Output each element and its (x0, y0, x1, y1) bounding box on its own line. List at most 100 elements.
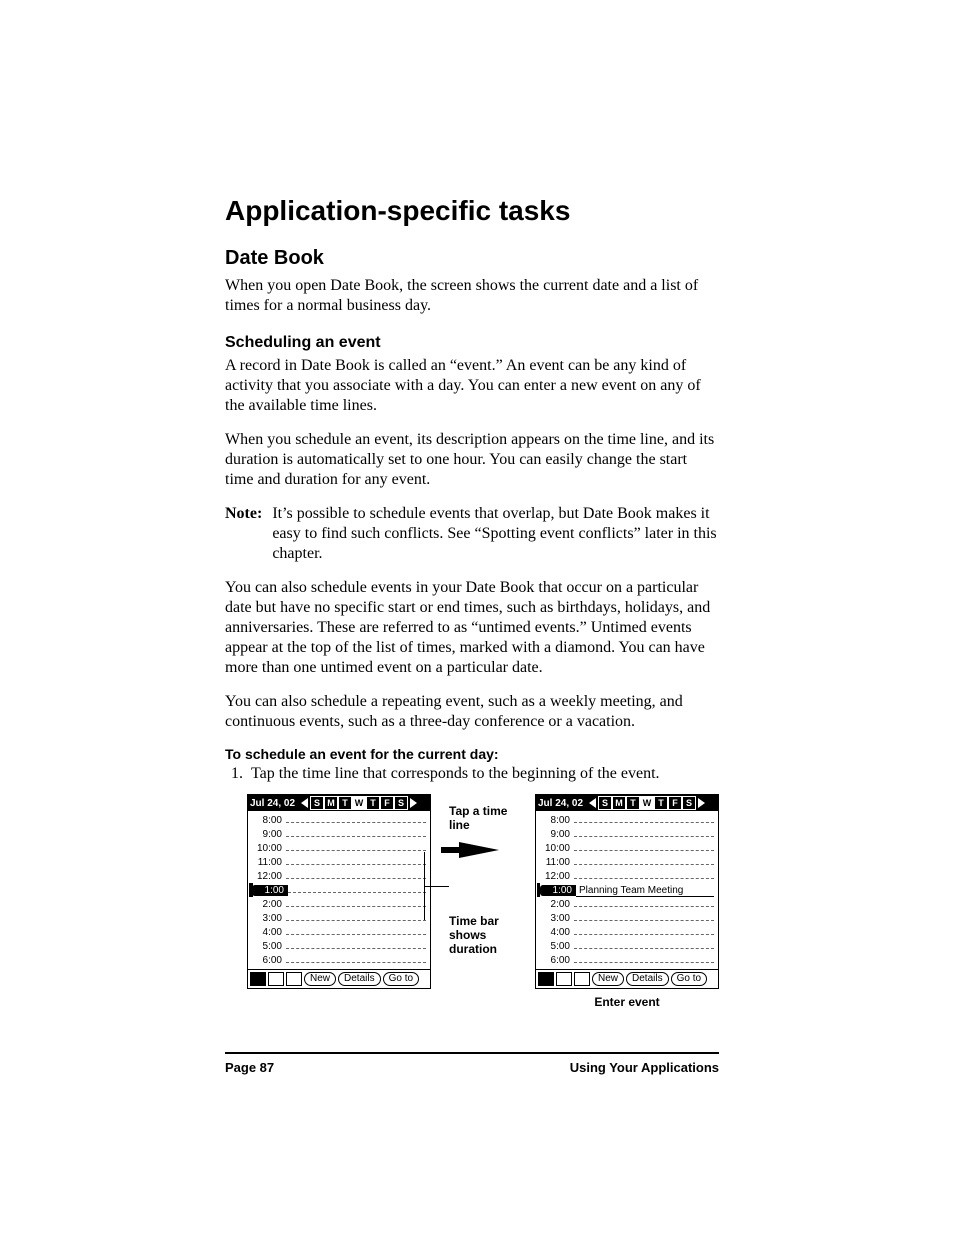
paragraph: You can also schedule a repeating event,… (225, 692, 719, 732)
note-label: Note: (225, 504, 272, 564)
header-date: Jul 24, 02 (250, 798, 299, 809)
prev-week-icon[interactable] (589, 798, 596, 808)
monthview-icon[interactable] (574, 972, 590, 986)
time-label: 10:00 (540, 843, 574, 854)
callout-tap-timeline: Tap a time line (449, 804, 517, 832)
time-line[interactable] (574, 920, 714, 921)
time-line[interactable] (574, 850, 714, 851)
time-row[interactable]: 6:00 (252, 953, 426, 967)
time-rows[interactable]: 8:00 9:00 10:0011:0012:001:00Planning Team… (536, 811, 718, 969)
next-week-icon[interactable] (698, 798, 705, 808)
callout-line (425, 886, 449, 887)
time-row[interactable]: 10:00 (252, 841, 426, 855)
day-cell[interactable]: T (626, 796, 640, 810)
prev-week-icon[interactable] (301, 798, 308, 808)
weekview-icon[interactable] (268, 972, 284, 986)
time-line[interactable] (574, 878, 714, 879)
time-row[interactable]: 8:00 (540, 813, 714, 827)
time-row[interactable]: 1:00Planning Team Meeting (540, 883, 714, 897)
time-line[interactable] (574, 948, 714, 949)
day-cell[interactable]: F (380, 796, 394, 810)
time-line[interactable] (574, 962, 714, 963)
next-week-icon[interactable] (410, 798, 417, 808)
new-button[interactable]: New (592, 972, 624, 986)
day-cell[interactable]: S (310, 796, 324, 810)
day-cell[interactable]: W (352, 796, 366, 810)
time-line[interactable] (286, 836, 426, 837)
time-line[interactable] (286, 906, 426, 907)
step-item: Tap the time line that corresponds to th… (247, 764, 719, 784)
time-row[interactable]: 2:00 (252, 897, 426, 911)
panel-footer: New Details Go to (536, 969, 718, 988)
time-row[interactable]: 12:00 (252, 869, 426, 883)
time-row[interactable]: 8:00 (252, 813, 426, 827)
time-row[interactable]: 11:00 (540, 855, 714, 869)
time-line[interactable] (574, 934, 714, 935)
time-rows[interactable]: 8:009:00 10:0011:0012:001:002:003:004:005… (248, 811, 430, 969)
new-button[interactable]: New (304, 972, 336, 986)
time-line[interactable] (286, 822, 426, 823)
dayview-icon[interactable] (250, 972, 266, 986)
panel-header: Jul 24, 02 SMTWTFS (536, 795, 718, 811)
time-row[interactable]: 9:00 (252, 827, 426, 841)
time-row[interactable]: 4:00 (252, 925, 426, 939)
day-cell[interactable]: S (394, 796, 408, 810)
time-line[interactable] (574, 906, 714, 907)
time-row[interactable]: 3:00 (252, 911, 426, 925)
paragraph: A record in Date Book is called an “even… (225, 356, 719, 416)
weekview-icon[interactable] (556, 972, 572, 986)
goto-button[interactable]: Go to (671, 972, 707, 986)
day-cell[interactable]: M (612, 796, 626, 810)
time-row[interactable]: 4:00 (540, 925, 714, 939)
time-row[interactable]: 5:00 (540, 939, 714, 953)
day-cell[interactable]: M (324, 796, 338, 810)
figure-callouts: Tap a time line Time bar shows duration (449, 794, 517, 1009)
time-row[interactable]: 6:00 (540, 953, 714, 967)
callout-enter-event: Enter event (594, 995, 659, 1009)
time-row[interactable]: 10:00 (540, 841, 714, 855)
time-line[interactable] (286, 948, 426, 949)
time-line[interactable] (286, 920, 426, 921)
time-line[interactable] (286, 878, 426, 879)
dayview-icon[interactable] (538, 972, 554, 986)
time-line[interactable] (286, 934, 426, 935)
details-button[interactable]: Details (626, 972, 669, 986)
details-button[interactable]: Details (338, 972, 381, 986)
time-label: 3:00 (540, 913, 574, 924)
monthview-icon[interactable] (286, 972, 302, 986)
day-cell[interactable]: T (654, 796, 668, 810)
day-cell[interactable]: T (338, 796, 352, 810)
event-text[interactable]: Planning Team Meeting (576, 885, 714, 897)
time-row[interactable]: 1:00 (252, 883, 426, 897)
time-line[interactable] (286, 962, 426, 963)
time-label: 6:00 (252, 955, 286, 966)
time-row[interactable]: 3:00 (540, 911, 714, 925)
time-row[interactable]: 9:00 (540, 827, 714, 841)
arrow-icon (459, 842, 499, 858)
step-list: Tap the time line that corresponds to th… (225, 764, 719, 784)
time-row[interactable]: 12:00 (540, 869, 714, 883)
time-row[interactable]: 11:00 (252, 855, 426, 869)
goto-button[interactable]: Go to (383, 972, 419, 986)
day-cell[interactable]: S (598, 796, 612, 810)
time-line[interactable] (574, 822, 714, 823)
time-label: 8:00 (540, 815, 574, 826)
time-line[interactable] (286, 850, 426, 851)
time-label: 10:00 (252, 843, 286, 854)
day-cell[interactable]: S (682, 796, 696, 810)
time-label: 5:00 (540, 941, 574, 952)
time-line[interactable] (286, 864, 426, 865)
day-cells[interactable]: SMTWTFS (310, 796, 408, 810)
time-line[interactable] (574, 836, 714, 837)
time-bar (537, 883, 540, 897)
time-row[interactable]: 5:00 (252, 939, 426, 953)
time-line[interactable] (574, 864, 714, 865)
time-row[interactable]: 2:00 (540, 897, 714, 911)
time-line[interactable] (288, 892, 426, 893)
time-label: 9:00 (540, 829, 574, 840)
day-cells[interactable]: SMTWTFS (598, 796, 696, 810)
day-cell[interactable]: F (668, 796, 682, 810)
chapter-title: Using Your Applications (570, 1060, 719, 1075)
day-cell[interactable]: T (366, 796, 380, 810)
day-cell[interactable]: W (640, 796, 654, 810)
